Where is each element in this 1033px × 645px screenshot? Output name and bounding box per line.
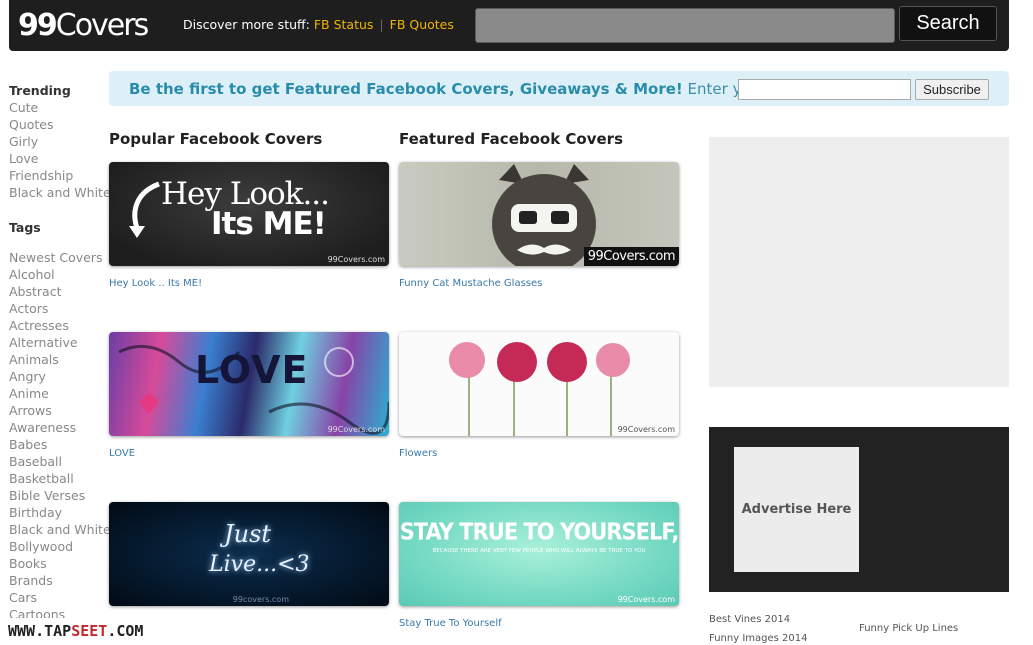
tag-item[interactable]: Bible Verses — [9, 487, 111, 504]
tag-item[interactable]: Abstract — [9, 283, 111, 300]
tag-item[interactable]: Actresses — [9, 317, 111, 334]
cover-love[interactable]: LOVE 99Covers.com — [109, 332, 389, 436]
cover-watermark: 99Covers.com — [617, 595, 675, 604]
cover-just-live[interactable]: Just Live...<3 99covers.com — [109, 502, 389, 606]
tag-item[interactable]: Baseball — [9, 453, 111, 470]
tag-item[interactable]: Babes — [9, 436, 111, 453]
tag-item[interactable]: Black and White — [9, 521, 111, 538]
funny-pickup-lines-link[interactable]: Funny Pick Up Lines — [859, 623, 958, 634]
discover-label: Discover more stuff: — [183, 17, 310, 32]
site-logo[interactable]: 99Covers — [18, 8, 149, 43]
cover-watermark: 99Covers.com — [327, 255, 385, 264]
tag-item[interactable]: Bollywood — [9, 538, 111, 555]
tag-item[interactable]: Anime — [9, 385, 111, 402]
tag-item[interactable]: Animals — [9, 351, 111, 368]
trending-heading: Trending — [9, 83, 71, 98]
cover-caption-cat[interactable]: Funny Cat Mustache Glasses — [399, 278, 542, 289]
cover-text-line2: Live...<3 — [209, 552, 310, 577]
tag-item[interactable]: Birthday — [9, 504, 111, 521]
flowers-icon — [449, 342, 630, 436]
tag-item[interactable]: Awareness — [9, 419, 111, 436]
cover-watermark: 99Covers.com — [583, 247, 679, 266]
site-header: 99Covers Discover more stuff: FB Status |… — [9, 0, 1009, 51]
tag-item[interactable]: Alcohol — [9, 266, 111, 283]
trending-item[interactable]: Quotes — [9, 116, 109, 133]
tag-item[interactable]: Angry — [9, 368, 111, 385]
discover-links: Discover more stuff: FB Status | FB Quotes — [183, 17, 454, 32]
ad-placeholder[interactable] — [709, 137, 1009, 387]
fb-status-link[interactable]: FB Status — [314, 17, 374, 32]
trending-item[interactable]: Girly — [9, 133, 109, 150]
cover-love-text: LOVE — [195, 348, 309, 392]
cover-flowers[interactable]: 99Covers.com — [399, 332, 679, 436]
search-button[interactable]: Search — [899, 6, 997, 41]
featured-title: Featured Facebook Covers — [399, 130, 624, 148]
link-separator: | — [379, 17, 384, 32]
email-field[interactable] — [738, 79, 911, 100]
cover-caption-flowers[interactable]: Flowers — [399, 448, 437, 459]
tag-item[interactable]: Arrows — [9, 402, 111, 419]
cover-caption-stay-true[interactable]: Stay True To Yourself — [399, 618, 502, 629]
site-watermark: WWW.TAPSEET.COM — [8, 622, 144, 640]
fb-quotes-link[interactable]: FB Quotes — [390, 17, 454, 32]
cover-text-line1: STAY TRUE TO YOURSELF, — [399, 518, 679, 546]
cover-caption-love[interactable]: LOVE — [109, 448, 135, 459]
tag-item[interactable]: Alternative — [9, 334, 111, 351]
subscribe-headline: Be the first to get Featured Facebook Co… — [129, 80, 683, 98]
trending-item[interactable]: Black and White — [9, 184, 111, 201]
cover-watermark: 99Covers.com — [617, 425, 675, 434]
best-vines-link[interactable]: Best Vines 2014 — [709, 614, 790, 625]
sidebar: Trending Cute Quotes Girly Love Friendsh… — [9, 82, 111, 618]
tag-item[interactable]: Brands — [9, 572, 111, 589]
cover-text-line2: BECAUSE THERE ARE VERY FEW PEOPLE WHO WI… — [432, 548, 646, 554]
tags-heading: Tags — [9, 220, 41, 235]
cover-hey-look[interactable]: Hey Look... Its ME! 99Covers.com — [109, 162, 389, 266]
tag-item[interactable]: Cartoons — [9, 606, 111, 618]
advertise-here-box[interactable]: Advertise Here — [734, 447, 859, 572]
subscribe-bar: Be the first to get Featured Facebook Co… — [109, 71, 1009, 106]
cover-watermark: 99covers.com — [232, 595, 289, 604]
trending-item[interactable]: Cute — [9, 99, 109, 116]
tag-item[interactable]: Cars — [9, 589, 111, 606]
trending-item[interactable]: Love — [9, 150, 109, 167]
popular-title: Popular Facebook Covers — [109, 130, 323, 148]
tag-item[interactable]: Newest Covers — [9, 249, 111, 266]
search-input[interactable] — [475, 8, 895, 43]
cover-text-line1: Just — [224, 520, 272, 548]
trending-item[interactable]: Friendship — [9, 167, 109, 184]
ad-panel: Advertise Here — [709, 427, 1009, 592]
cover-stay-true[interactable]: STAY TRUE TO YOURSELF, BECAUSE THERE ARE… — [399, 502, 679, 606]
funny-images-link[interactable]: Funny Images 2014 — [709, 633, 807, 644]
trending-list: Cute Quotes Girly Love Friendship Black … — [9, 99, 111, 201]
tag-item[interactable]: Actors — [9, 300, 111, 317]
cover-caption-hey-look[interactable]: Hey Look .. Its ME! — [109, 278, 202, 289]
subscribe-text: Be the first to get Featured Facebook Co… — [129, 80, 817, 98]
subscribe-button[interactable]: Subscribe — [915, 79, 989, 100]
cover-cat[interactable]: 99Covers.com — [399, 162, 679, 266]
tags-list: Newest Covers Alcohol Abstract Actors Ac… — [9, 249, 111, 618]
cover-text-line2: Its ME! — [211, 206, 327, 242]
cover-watermark: 99Covers.com — [327, 425, 385, 434]
tag-item[interactable]: Basketball — [9, 470, 111, 487]
tag-item[interactable]: Books — [9, 555, 111, 572]
